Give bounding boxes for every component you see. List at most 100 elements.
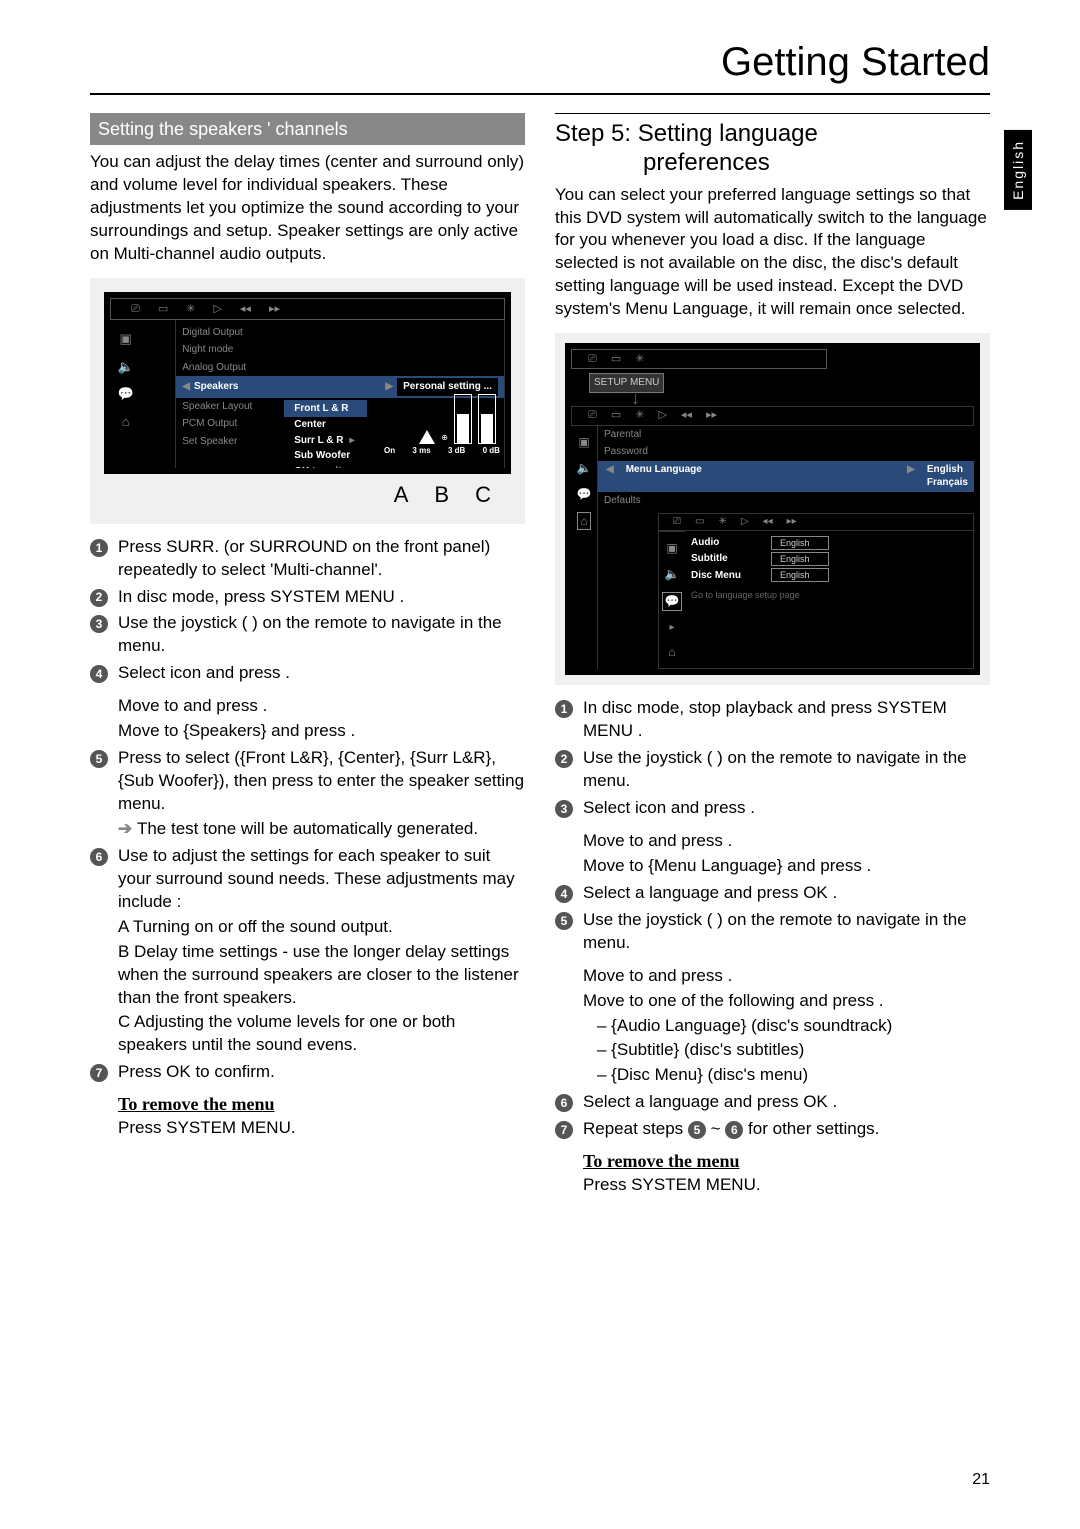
osd-item-label: Speakers — [194, 380, 238, 394]
step-sub: Move to {Speakers} and press . — [118, 720, 525, 743]
page: Getting Started English Setting the spea… — [0, 0, 1080, 1529]
temp-icon: ✳ — [635, 408, 644, 423]
section-heading: Setting the speakers ' channels — [90, 113, 525, 145]
step-number: 6 — [555, 1094, 573, 1112]
lang-icon: 💬 — [662, 592, 683, 610]
graph-label: 0 dB — [483, 446, 500, 457]
step-sub: Move to and press . — [118, 695, 525, 718]
home-icon: ⌂ — [122, 413, 130, 431]
lang-label: Subtitle — [691, 552, 741, 566]
arrow-down-icon: ↓ — [631, 393, 974, 404]
osd-sub-item: Surr L & R▸ — [284, 433, 366, 449]
step-number: 7 — [90, 1064, 108, 1082]
lang-icon: 💬 — [577, 486, 592, 502]
steps-list: 1In disc mode, stop playback and press S… — [555, 697, 990, 1196]
step-number: 4 — [90, 665, 108, 683]
step-text: Use to adjust the settings for each spea… — [118, 846, 515, 911]
osd-sub-item: Center — [284, 417, 366, 433]
person-icon: ▣ — [578, 434, 589, 450]
lang-value: English — [771, 536, 829, 550]
lang-option: Français — [927, 476, 968, 490]
left-column: Setting the speakers ' channels You can … — [90, 113, 525, 1200]
right-column: Step 5: Setting language preferences You… — [555, 113, 990, 1200]
chevron-left-icon: ◀ — [182, 380, 190, 394]
goto-text: Go to language setup page — [691, 589, 967, 601]
osd-sub-item: Sub Woofer — [284, 448, 366, 464]
step-heading-line1: Step 5: Setting language — [555, 120, 818, 147]
step-number: 7 — [555, 1121, 573, 1139]
step-ref: 5 — [688, 1121, 706, 1139]
osd2-nested-icons: ⎚ ▭ ✳ ▷ ◂◂ ▸▸ — [659, 514, 973, 531]
step-dash: – {Subtitle} (disc's subtitles) — [583, 1039, 990, 1062]
step-sub: Move to and press . — [583, 965, 990, 988]
sliders-icon: ⎚ — [673, 515, 681, 529]
rewind-icon: ◂◂ — [240, 302, 251, 317]
step-dash: – {Disc Menu} (disc's menu) — [583, 1064, 990, 1087]
step-text-post: for other settings. — [748, 1119, 879, 1138]
speaker-icon: 🔈 — [665, 566, 680, 582]
play-icon: ▷ — [213, 302, 221, 317]
remove-text: Press SYSTEM MENU. — [118, 1117, 525, 1140]
sliders-icon: ⎚ — [588, 352, 597, 367]
remove-heading: To remove the menu — [583, 1149, 990, 1173]
remove-heading: To remove the menu — [118, 1092, 525, 1116]
triangle-icon — [419, 430, 435, 444]
step-text: Select a language and press OK . — [583, 1092, 837, 1111]
lang-label: Disc Menu — [691, 569, 741, 583]
play-icon: ▷ — [741, 515, 749, 529]
step-number: 2 — [90, 589, 108, 607]
osd-screenshot: ⎚ ▭ ✳ ▷ ◂◂ ▸▸ ▣ 🔈 💬 ⌂ — [90, 278, 525, 524]
osd-item: Analog Output — [176, 359, 504, 377]
graph-label: On — [384, 446, 395, 457]
label-c: C — [475, 480, 491, 510]
setup-menu-label: SETUP MENU — [589, 373, 664, 393]
lang-option: English — [927, 463, 968, 477]
chevron-icon: ▸ — [667, 621, 676, 635]
step-ref: 6 — [725, 1121, 743, 1139]
step-line: C Adjusting the volume levels for one or… — [118, 1011, 525, 1057]
screen-icon: ▭ — [695, 515, 704, 529]
sliders-icon: ⎚ — [131, 302, 140, 317]
lang-value: English — [771, 552, 829, 566]
step-text: In disc mode, press SYSTEM MENU . — [118, 587, 404, 606]
lang-value: English — [771, 568, 829, 582]
osd2-top-icons: ⎚ ▭ ✳ — [571, 349, 827, 369]
osd2-item-selected: ◀ Menu Language ▶ English Français — [598, 461, 974, 492]
step-text: Press to select ({Front L&R}, {Center}, … — [118, 748, 524, 813]
osd2-nested: ⎚ ▭ ✳ ▷ ◂◂ ▸▸ ▣ � — [658, 513, 974, 669]
play-icon: ▷ — [658, 408, 666, 423]
step-text: Select icon and press . — [583, 798, 755, 817]
osd2-left-icons: ▣ 🔈 💬 ⌂ — [571, 426, 597, 670]
label-b: B — [434, 480, 449, 510]
step-text: Use the joystick ( ) on the remote to na… — [583, 748, 967, 790]
forward-icon: ▸▸ — [269, 302, 280, 317]
osd-sub-item: OK to exit — [284, 464, 366, 468]
person-icon: ▣ — [666, 540, 677, 556]
step-number: 5 — [90, 750, 108, 768]
language-tab: English — [1004, 130, 1032, 210]
step-number: 1 — [90, 539, 108, 557]
step-text: Press SURR. (or SURROUND on the front pa… — [118, 537, 490, 579]
step-text: Press OK to confirm. — [118, 1062, 275, 1081]
step-text: Select a language and press OK . — [583, 883, 837, 902]
steps-list: 1 Press SURR. (or SURROUND on the front p… — [90, 536, 525, 1140]
speaker-icon: 🔈 — [118, 358, 134, 376]
osd2-item: Parental — [598, 426, 974, 444]
chevron-icon: ▸ — [348, 434, 357, 448]
abc-labels: A B C — [104, 474, 511, 510]
osd2-inner-top-icons: ⎚ ▭ ✳ ▷ ◂◂ ▸▸ — [572, 407, 973, 425]
step-heading-line2: preferences — [555, 149, 990, 178]
page-number: 21 — [972, 1471, 990, 1489]
step-number: 1 — [555, 700, 573, 718]
step-arrow-text: The test tone will be automatically gene… — [137, 819, 478, 838]
graph-label: 3 dB — [448, 446, 465, 457]
step-number: 6 — [90, 848, 108, 866]
osd2-item: Password — [598, 443, 974, 461]
osd2-item: Defaults — [598, 492, 974, 510]
step-line: A Turning on or off the sound output. — [118, 916, 525, 939]
step-number: 5 — [555, 912, 573, 930]
osd-left-icons: ▣ 🔈 💬 ⌂ — [110, 320, 141, 468]
osd-sub-item: Front L & R — [284, 400, 366, 418]
home-icon: ⌂ — [577, 512, 590, 530]
remove-text: Press SYSTEM MENU. — [583, 1174, 990, 1197]
